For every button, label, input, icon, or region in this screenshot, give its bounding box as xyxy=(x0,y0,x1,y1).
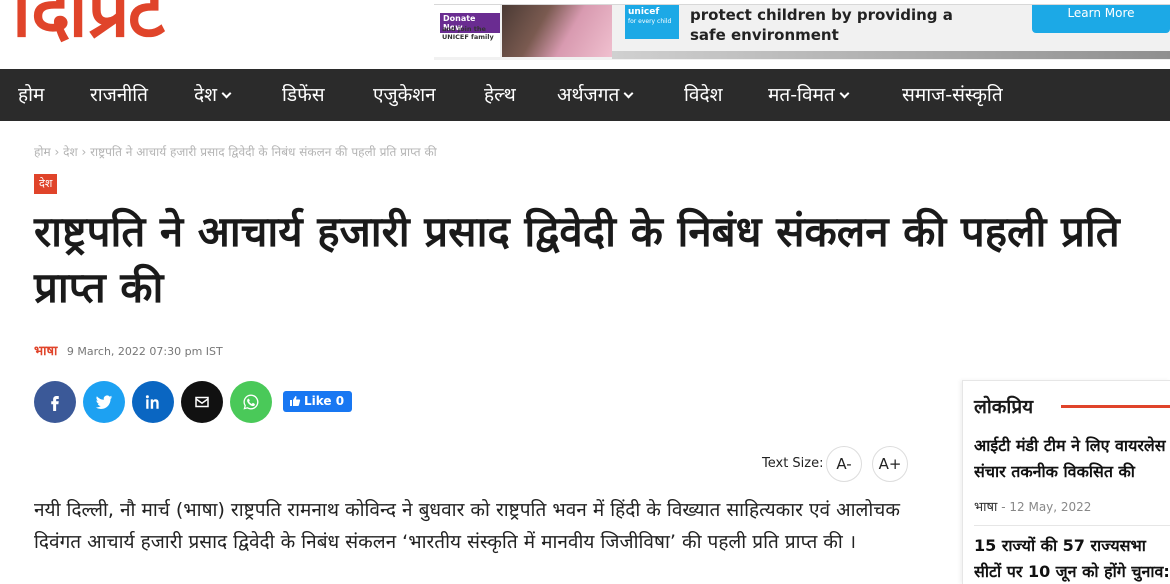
category-tag[interactable]: देश xyxy=(34,174,58,194)
sidebar-title: लोकप्रिय xyxy=(974,396,1034,418)
author-link[interactable]: भाषा xyxy=(34,344,57,359)
popular-article-date: 12 May, 2022 xyxy=(1009,500,1092,514)
ad-learn-more-button[interactable]: Learn More xyxy=(1032,5,1170,33)
twitter-share-button[interactable] xyxy=(83,381,125,423)
nav-item-politics[interactable]: राजनीति xyxy=(90,69,148,121)
breadcrumb-home[interactable]: होम xyxy=(34,145,51,159)
nav-label: मत-विमत xyxy=(768,84,835,106)
ad-photo xyxy=(502,5,612,57)
main-nav: होम राजनीति देश डिफेंस एजुकेशन हेल्थ अर्… xyxy=(0,69,1170,121)
popular-article-meta: भाषा - 12 May, 2022 xyxy=(974,497,1091,515)
chevron-down-icon xyxy=(839,88,850,99)
article-title: राष्ट्रपति ने आचार्य हजारी प्रसाद द्विवे… xyxy=(34,207,1120,312)
breadcrumb-category[interactable]: देश xyxy=(63,145,78,159)
popular-article-link[interactable]: 15 राज्यों की 57 राज्यसभा सीटों पर 10 जू… xyxy=(974,533,1170,584)
nav-item-country[interactable]: देश xyxy=(194,69,232,121)
increase-text-size-button[interactable]: A+ xyxy=(872,446,908,482)
nav-item-health[interactable]: हेल्थ xyxy=(484,69,516,121)
unicef-ad-banner[interactable]: Donate Now and join the UNICEF family un… xyxy=(434,4,1170,60)
text-size-label: Text Size: xyxy=(762,456,824,471)
nav-item-education[interactable]: एजुकेशन xyxy=(373,69,436,121)
nav-label: समाज-संस्कृति xyxy=(902,84,1003,106)
publish-date: 9 March, 2022 07:30 pm IST xyxy=(66,345,223,358)
nav-item-world[interactable]: विदेश xyxy=(684,69,723,121)
twitter-icon xyxy=(95,395,113,409)
nav-label: डिफेंस xyxy=(282,84,325,106)
sidebar-title-rule xyxy=(1061,405,1170,408)
unicef-name: unicef xyxy=(628,7,660,17)
site-logo[interactable]: दिप्रिंट xyxy=(12,0,165,48)
nav-item-economy[interactable]: अर्थजगत xyxy=(557,69,634,121)
nav-label: एजुकेशन xyxy=(373,84,436,106)
unicef-tagline: for every child xyxy=(628,18,672,25)
ad-headline: protect children by providing a safe env… xyxy=(690,6,953,44)
envelope-icon xyxy=(195,396,209,408)
ad-divider xyxy=(612,51,1170,59)
whatsapp-icon xyxy=(243,394,259,410)
facebook-share-button[interactable] xyxy=(34,381,76,423)
sidebar-divider xyxy=(974,525,1170,526)
linkedin-icon xyxy=(145,395,159,409)
site-header: दिप्रिंट Donate Now and join the UNICEF … xyxy=(0,0,1170,68)
like-count: 0 xyxy=(335,394,345,408)
popular-article-author[interactable]: भाषा xyxy=(974,500,997,515)
breadcrumb-separator: › xyxy=(81,145,87,159)
nav-label: विदेश xyxy=(684,84,723,106)
nav-label: हेल्थ xyxy=(484,84,516,106)
decrease-text-size-button[interactable]: A- xyxy=(826,446,862,482)
thumbs-up-icon xyxy=(290,396,301,406)
linkedin-share-button[interactable] xyxy=(132,381,174,423)
ad-donate-panel: Donate Now and join the UNICEF family xyxy=(434,5,500,57)
breadcrumb-current: राष्ट्रपति ने आचार्य हजारी प्रसाद द्विवे… xyxy=(90,145,437,159)
nav-label: देश xyxy=(194,84,218,106)
breadcrumb: होम › देश › राष्ट्रपति ने आचार्य हजारी प… xyxy=(34,143,437,160)
breadcrumb-separator: › xyxy=(54,145,60,159)
nav-label: राजनीति xyxy=(90,84,149,106)
chevron-down-icon xyxy=(623,88,634,99)
article-byline: भाषा 9 March, 2022 07:30 pm IST xyxy=(34,341,223,359)
nav-label: होम xyxy=(18,84,45,106)
article-body: नयी दिल्ली, नौ मार्च (भाषा) राष्ट्रपति र… xyxy=(34,499,900,553)
ad-join-text: and join the UNICEF family xyxy=(442,25,494,41)
nav-item-home[interactable]: होम xyxy=(18,69,44,121)
nav-item-opinion[interactable]: मत-विमत xyxy=(768,69,850,121)
unicef-logo: unicef for every child xyxy=(625,5,679,39)
whatsapp-share-button[interactable] xyxy=(230,381,272,423)
chevron-down-icon xyxy=(221,88,232,99)
nav-label: अर्थजगत xyxy=(557,84,620,106)
facebook-icon xyxy=(51,396,59,411)
like-label: Like xyxy=(304,394,332,408)
nav-item-society[interactable]: समाज-संस्कृति xyxy=(902,69,1003,121)
popular-sidebar: लोकप्रिय आईटी मंडी टीम ने लिए वायरलेस सं… xyxy=(962,380,1170,584)
email-share-button[interactable] xyxy=(181,381,223,423)
nav-item-defence[interactable]: डिफेंस xyxy=(282,69,325,121)
popular-article-link[interactable]: आईटी मंडी टीम ने लिए वायरलेस संचार तकनीक… xyxy=(974,433,1170,489)
facebook-like-button[interactable]: Like 0 xyxy=(283,391,353,412)
